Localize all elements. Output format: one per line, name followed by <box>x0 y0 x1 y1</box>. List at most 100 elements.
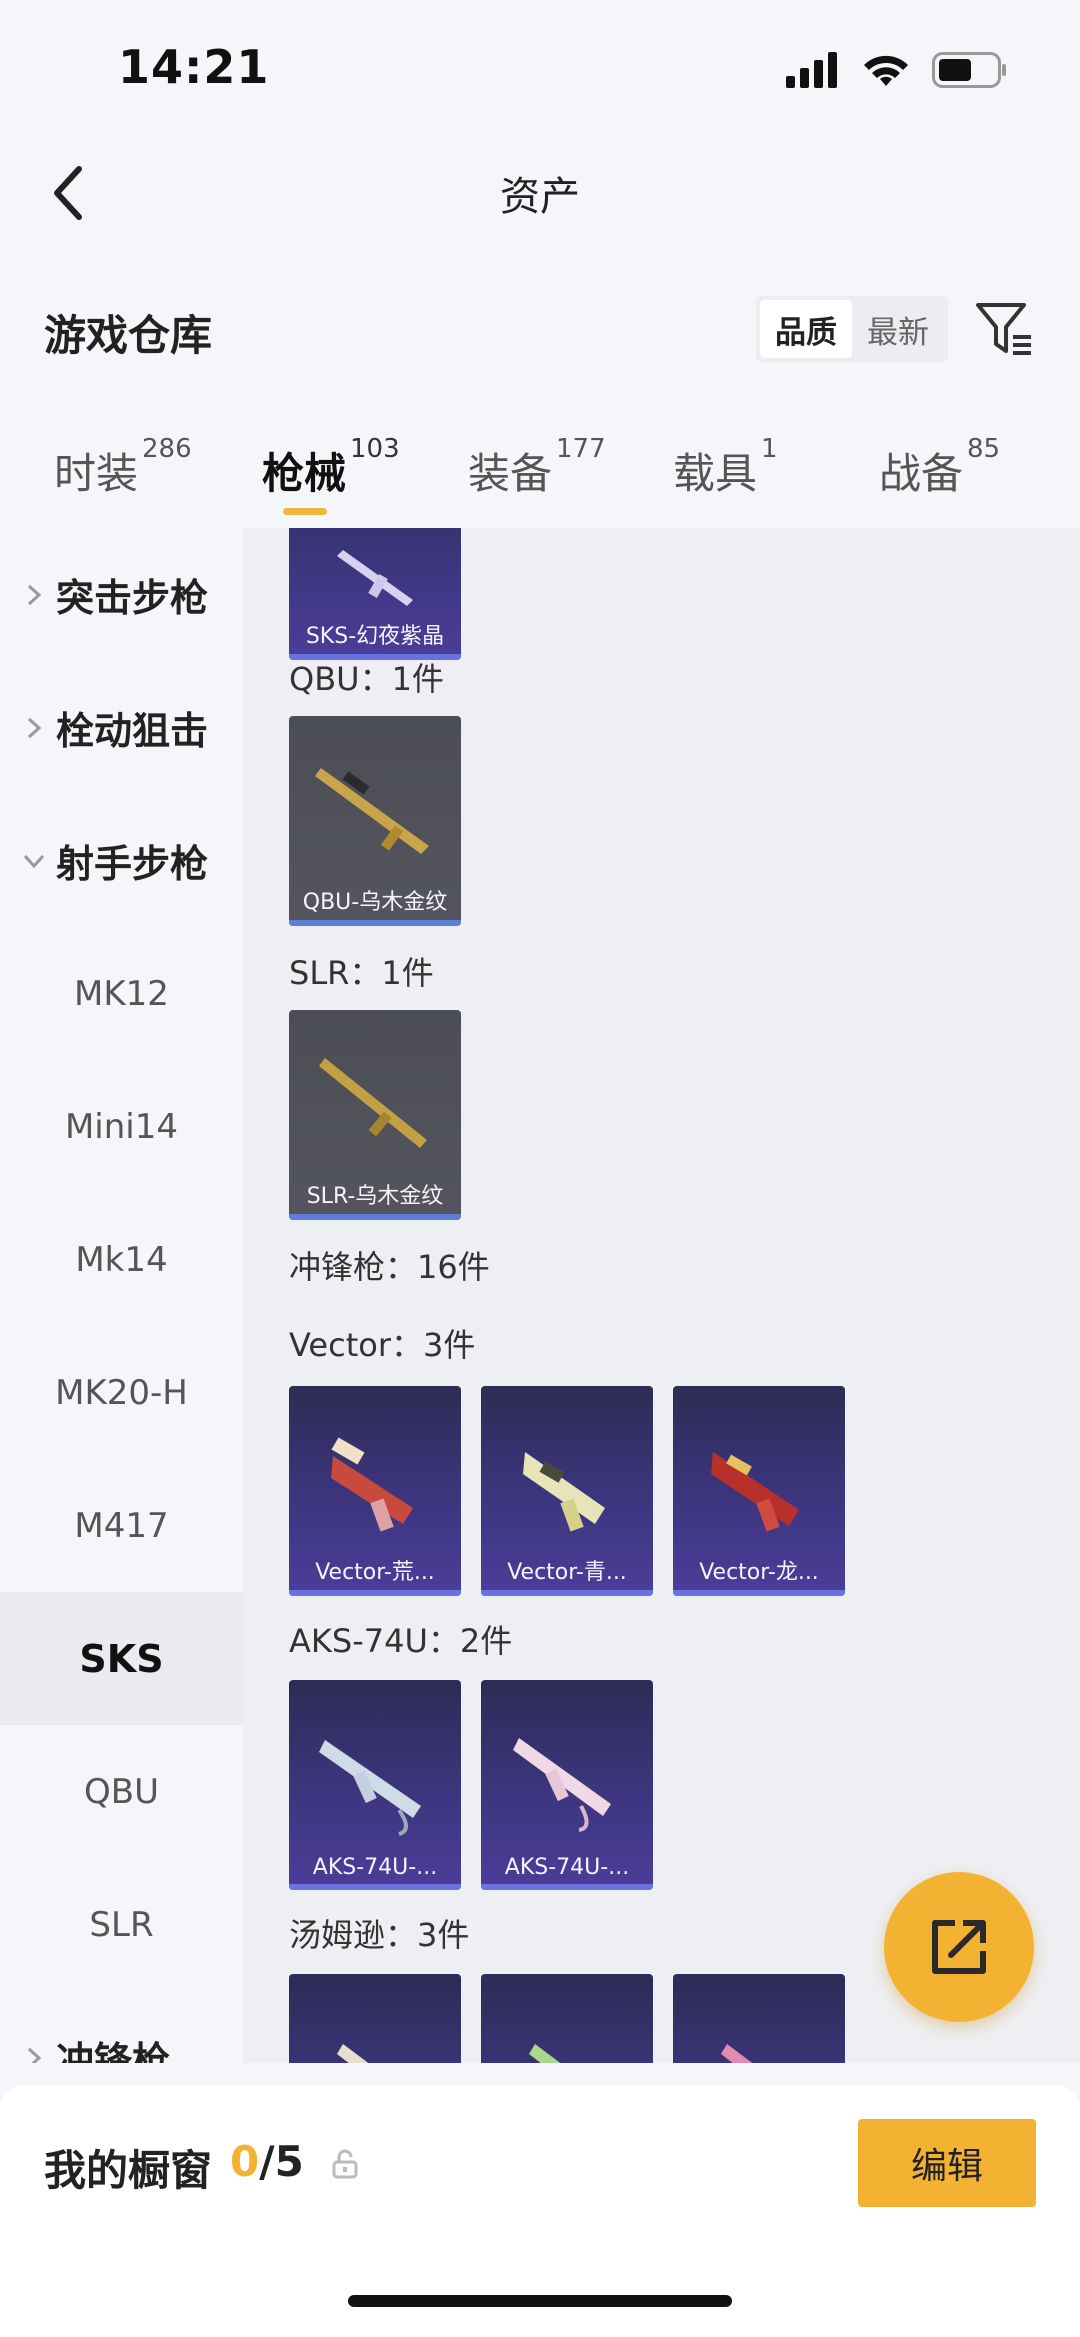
item-card[interactable] <box>481 1974 653 2063</box>
tab-guns[interactable]: 枪械 103 <box>262 434 400 501</box>
warehouse-title: 游戏仓库 <box>44 311 213 360</box>
battery-icon <box>932 52 1006 88</box>
item-card[interactable]: SLR-乌木金纹 <box>289 1010 461 1220</box>
item-card[interactable]: Vector-青... <box>481 1386 653 1596</box>
rarity-bar <box>289 920 461 926</box>
sidebar-item-mini14[interactable]: Mini14 <box>0 1060 243 1193</box>
chevron-right-icon <box>22 2046 46 2063</box>
share-icon <box>932 1920 986 1974</box>
showcase-total: /5 <box>259 2137 304 2186</box>
sidebar-cat-label: 射手步枪 <box>56 842 209 886</box>
tab-label: 装备 <box>468 449 553 498</box>
item-card-label: QBU-乌木金纹 <box>302 890 448 915</box>
smg-icon <box>331 1437 413 1532</box>
category-tabs: 时装 286 枪械 103 装备 177 载具 1 战备 85 <box>0 428 1080 528</box>
section-label-slr: SLR：1件 <box>289 954 434 992</box>
rifle-icon <box>319 1058 427 1148</box>
sidebar-cat-smg[interactable]: 冲锋枪 <box>0 1991 243 2063</box>
item-grid[interactable]: SKS-幻夜紫晶 QBU：1件 QBU-乌木金纹 SLR：1件 SLR-乌木金纹… <box>243 528 1080 2063</box>
rarity-bar <box>481 1884 653 1890</box>
rarity-bar <box>289 1214 461 1220</box>
sidebar-cat-assault-rifle[interactable]: 突击步枪 <box>0 528 243 661</box>
item-card-label: Vector-青... <box>507 1560 627 1585</box>
item-card-label: SKS-幻夜紫晶 <box>305 624 445 649</box>
sidebar-cat-label: 突击步枪 <box>56 576 209 620</box>
warehouse-header: 游戏仓库 品质 最新 <box>0 282 1080 382</box>
lock-icon <box>332 2149 358 2179</box>
smg-icon <box>523 1452 605 1532</box>
smg-icon <box>319 1740 421 1836</box>
item-card[interactable]: AKS-74U-... <box>481 1680 653 1890</box>
item-card[interactable] <box>673 1974 845 2063</box>
chevron-right-icon <box>22 583 46 607</box>
category-sidebar[interactable]: 突击步枪 栓动狙击 射手步枪 MK12 Mini14 Mk14 MK20-H M… <box>0 528 243 2063</box>
section-label-thompson: 汤姆逊：3件 <box>289 1916 470 1954</box>
status-icons <box>786 52 1008 88</box>
item-card-label: Vector-龙... <box>699 1560 819 1585</box>
item-card[interactable] <box>289 1974 461 2063</box>
sidebar-item-slr[interactable]: SLR <box>0 1858 243 1991</box>
sidebar-cat-label: 冲锋枪 <box>56 2039 171 2063</box>
showcase-current: 0 <box>230 2137 260 2186</box>
rarity-bar <box>289 1590 461 1596</box>
filter-icon <box>976 303 1031 355</box>
item-card[interactable]: Vector-荒... <box>289 1386 461 1596</box>
section-label-aks74u: AKS-74U：2件 <box>289 1622 513 1660</box>
tab-supplies[interactable]: 战备 85 <box>879 434 1000 501</box>
item-card-label: SLR-乌木金纹 <box>306 1184 444 1209</box>
rifle-icon <box>315 768 429 854</box>
sidebar-item-sks[interactable]: SKS <box>0 1592 243 1725</box>
tab-count: 1 <box>761 434 778 464</box>
sidebar-cat-bolt-sniper[interactable]: 栓动狙击 <box>0 661 243 794</box>
sidebar-item-mk20h[interactable]: MK20-H <box>0 1326 243 1459</box>
active-tab-indicator <box>283 508 327 515</box>
section-label-vector: Vector：3件 <box>289 1326 476 1364</box>
item-card[interactable]: QBU-乌木金纹 <box>289 716 461 926</box>
item-card-label: Vector-荒... <box>315 1560 435 1585</box>
rarity-bar <box>673 1590 845 1596</box>
section-label-qbu: QBU：1件 <box>289 660 444 698</box>
smg-icon <box>513 1738 611 1832</box>
chevron-right-icon <box>22 716 46 740</box>
tab-fashion[interactable]: 时装 286 <box>54 434 192 501</box>
tab-count: 103 <box>350 434 400 464</box>
sidebar-item-qbu[interactable]: QBU <box>0 1725 243 1858</box>
sidebar-item-m417[interactable]: M417 <box>0 1459 243 1592</box>
share-button[interactable] <box>884 1872 1034 2022</box>
tab-equipment[interactable]: 装备 177 <box>468 434 606 501</box>
sort-toggle: 品质 最新 <box>756 296 948 362</box>
rifle-icon <box>337 550 413 606</box>
chevron-down-icon <box>22 849 46 873</box>
item-card[interactable]: Vector-龙... <box>673 1386 845 1596</box>
section-label-smg: 冲锋枪：16件 <box>289 1248 490 1286</box>
tab-count: 177 <box>556 434 606 464</box>
rarity-bar <box>481 1590 653 1596</box>
showcase-label: 我的橱窗 <box>44 2146 213 2195</box>
page-title: 资产 <box>500 174 580 220</box>
edit-button[interactable]: 编辑 <box>858 2119 1036 2207</box>
rarity-bar <box>289 1884 461 1890</box>
status-bar: 14:21 <box>0 0 1080 140</box>
item-card-label: AKS-74U-... <box>312 1855 438 1880</box>
sidebar-item-mk14[interactable]: Mk14 <box>0 1193 243 1326</box>
nav-bar: 资产 <box>0 140 1080 250</box>
smg-icon <box>711 1452 799 1532</box>
sidebar-item-mk12[interactable]: MK12 <box>0 927 243 1060</box>
tab-label: 枪械 <box>262 449 347 498</box>
smg-icon <box>337 2044 369 2063</box>
item-card[interactable]: AKS-74U-... <box>289 1680 461 1890</box>
sort-quality-button[interactable]: 品质 <box>760 300 852 358</box>
smg-icon <box>529 2044 561 2063</box>
showcase-count: 0/5 <box>230 2137 304 2186</box>
tab-label: 战备 <box>879 449 964 498</box>
signal-icon <box>786 52 837 88</box>
sort-latest-button[interactable]: 最新 <box>852 300 944 358</box>
tab-vehicles[interactable]: 载具 1 <box>673 434 778 501</box>
filter-button[interactable] <box>970 294 1040 364</box>
wifi-icon <box>864 55 908 86</box>
item-card[interactable]: SKS-幻夜紫晶 <box>289 528 461 660</box>
sidebar-cat-marksman-rifle[interactable]: 射手步枪 <box>0 794 243 927</box>
item-card-label: AKS-74U-... <box>504 1855 630 1880</box>
status-time: 14:21 <box>118 40 270 94</box>
sidebar-cat-label: 栓动狙击 <box>56 709 209 753</box>
